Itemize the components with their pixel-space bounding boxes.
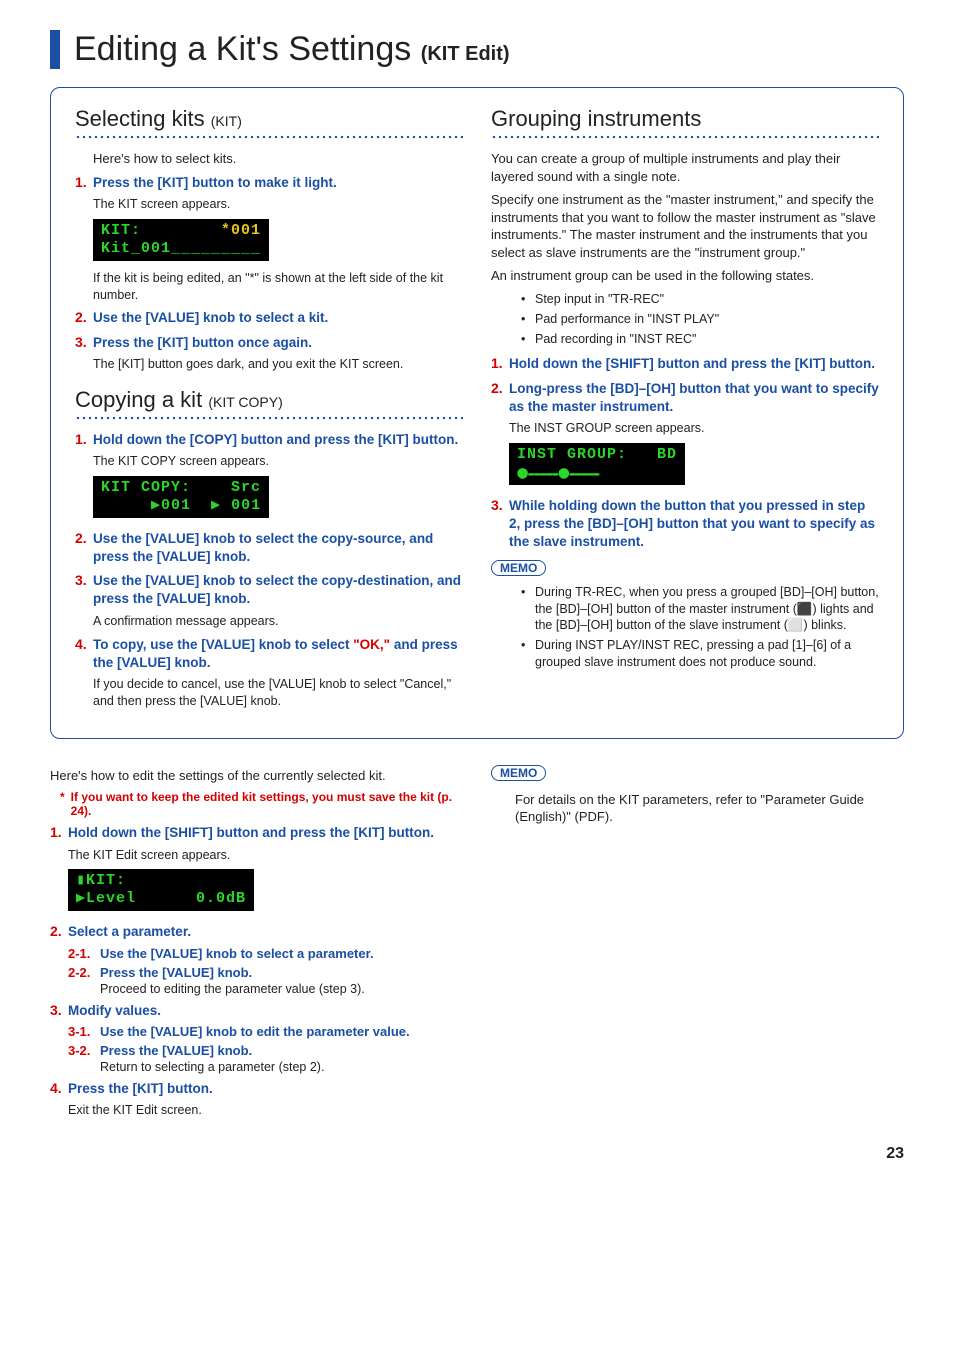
page-title-main: Editing a Kit's Settings <box>74 30 411 68</box>
copying-step-4: 4. To copy, use the [VALUE] knob to sele… <box>75 636 463 672</box>
left-column: Selecting kits (KIT) Here's how to selec… <box>75 106 463 710</box>
editing-step-2: 2. Select a parameter. <box>50 923 463 941</box>
step-number: 2. <box>75 530 87 546</box>
step-number: 2. <box>75 309 87 325</box>
editing-step-3: 3. Modify values. <box>50 1002 463 1020</box>
lcd-kit-edit-screen: ▮KIT: ▶Level 0.0dB <box>68 869 254 911</box>
step-number: 3. <box>50 1002 62 1018</box>
copying-step-3: 3. Use the [VALUE] knob to select the co… <box>75 572 463 608</box>
selecting-step-3: 3. Press the [KIT] button once again. <box>75 334 463 352</box>
lcd-kit-screen: KIT: *001 Kit_001_________ <box>93 219 269 261</box>
step-number: 3. <box>75 572 87 588</box>
copying-step-1: 1. Hold down the [COPY] button and press… <box>75 431 463 449</box>
page-title-bar: Editing a Kit's Settings (KIT Edit) <box>50 30 904 69</box>
lcd-kit-copy-screen: KIT COPY: Src ▶001 ▶ 001 <box>93 476 269 518</box>
substep-number: 2-1. <box>68 946 90 961</box>
selecting-step-1: 1. Press the [KIT] button to make it lig… <box>75 174 463 192</box>
section-heading-grouping: Grouping instruments <box>491 106 879 132</box>
section-heading-selecting: Selecting kits (KIT) <box>75 106 463 132</box>
framed-content-box: Selecting kits (KIT) Here's how to selec… <box>50 87 904 739</box>
editing-substep-2-2: 2-2. Press the [VALUE] knob. <box>68 965 463 980</box>
step-subtext: The INST GROUP screen appears. <box>509 420 879 437</box>
lower-content-row: Here's how to edit the settings of the c… <box>50 761 904 1119</box>
grouping-step-3: 3. While holding down the button that yo… <box>491 497 879 552</box>
list-item: Pad recording in "INST REC" <box>521 331 879 348</box>
selecting-step-2: 2. Use the [VALUE] knob to select a kit. <box>75 309 463 327</box>
grouping-step-2: 2. Long-press the [BD]–[OH] button that … <box>491 380 879 416</box>
editing-substep-2-1: 2-1. Use the [VALUE] knob to select a pa… <box>68 946 463 961</box>
grouping-memo-list: During TR-REC, when you press a grouped … <box>521 584 879 671</box>
page-title: Editing a Kit's Settings (KIT Edit) <box>74 30 904 69</box>
step-subtext: The [KIT] button goes dark, and you exit… <box>93 356 463 373</box>
list-item: During TR-REC, when you press a grouped … <box>521 584 879 635</box>
step-number: 3. <box>75 334 87 350</box>
editing-memo-text: For details on the KIT parameters, refer… <box>515 791 904 826</box>
step-number: 3. <box>491 497 503 513</box>
list-item: Pad performance in "INST PLAY" <box>521 311 879 328</box>
step-number: 2. <box>491 380 503 396</box>
step-number: 2. <box>50 923 62 939</box>
step-subtext: A confirmation message appears. <box>93 613 463 630</box>
step-subtext: The KIT screen appears. <box>93 196 463 213</box>
grouping-step-1: 1. Hold down the [SHIFT] button and pres… <box>491 355 879 373</box>
grouping-p1: You can create a group of multiple instr… <box>491 150 879 185</box>
substep-number: 3-2. <box>68 1043 90 1058</box>
substep-number: 3-1. <box>68 1024 90 1039</box>
step-number: 4. <box>50 1080 62 1096</box>
step-subtext: Exit the KIT Edit screen. <box>68 1102 463 1119</box>
editing-substep-3-2: 3-2. Press the [VALUE] knob. <box>68 1043 463 1058</box>
substep-number: 2-2. <box>68 965 90 980</box>
copying-step-2: 2. Use the [VALUE] knob to select the co… <box>75 530 463 566</box>
list-item: During INST PLAY/INST REC, pressing a pa… <box>521 637 879 671</box>
editing-step-1: 1. Hold down the [SHIFT] button and pres… <box>50 824 463 842</box>
dotted-rule <box>75 415 463 421</box>
step-number: 1. <box>75 431 87 447</box>
selecting-lcd-note: If the kit is being edited, an "*" is sh… <box>93 270 463 304</box>
editing-step-4: 4. Press the [KIT] button. <box>50 1080 463 1098</box>
section-heading-copying: Copying a kit (KIT COPY) <box>75 387 463 413</box>
substep-subtext: Proceed to editing the parameter value (… <box>100 982 463 996</box>
asterisk-icon: * <box>60 790 65 818</box>
lower-right-column: MEMO For details on the KIT parameters, … <box>491 761 904 1119</box>
grouping-p3: An instrument group can be used in the f… <box>491 267 879 285</box>
step-subtext: If you decide to cancel, use the [VALUE]… <box>93 676 463 710</box>
selecting-intro: Here's how to select kits. <box>93 150 463 168</box>
memo-badge: MEMO <box>491 765 546 781</box>
editing-intro: Here's how to edit the settings of the c… <box>50 767 463 785</box>
step-number: 1. <box>75 174 87 190</box>
step-number: 4. <box>75 636 87 652</box>
page-number: 23 <box>50 1145 904 1163</box>
grouping-states-list: Step input in "TR-REC" Pad performance i… <box>521 291 879 348</box>
editing-substep-3-1: 3-1. Use the [VALUE] knob to edit the pa… <box>68 1024 463 1039</box>
list-item: Step input in "TR-REC" <box>521 291 879 308</box>
substep-subtext: Return to selecting a parameter (step 2)… <box>100 1060 463 1074</box>
step-subtext: The KIT Edit screen appears. <box>68 847 463 864</box>
memo-badge: MEMO <box>491 560 546 576</box>
dotted-rule <box>491 134 879 140</box>
right-column: Grouping instruments You can create a gr… <box>491 106 879 710</box>
step-number: 1. <box>491 355 503 371</box>
lcd-inst-group-screen: INST GROUP: BD ⬤▬▬▬▬▬⬤▬▬▬▬▬ <box>509 443 685 485</box>
step-number: 1. <box>50 824 62 840</box>
grouping-p2: Specify one instrument as the "master in… <box>491 191 879 261</box>
page-title-sub: (KIT Edit) <box>421 43 510 65</box>
dotted-rule <box>75 134 463 140</box>
step-subtext: The KIT COPY screen appears. <box>93 453 463 470</box>
save-note: * If you want to keep the edited kit set… <box>60 790 463 818</box>
lower-left-column: Here's how to edit the settings of the c… <box>50 761 463 1119</box>
